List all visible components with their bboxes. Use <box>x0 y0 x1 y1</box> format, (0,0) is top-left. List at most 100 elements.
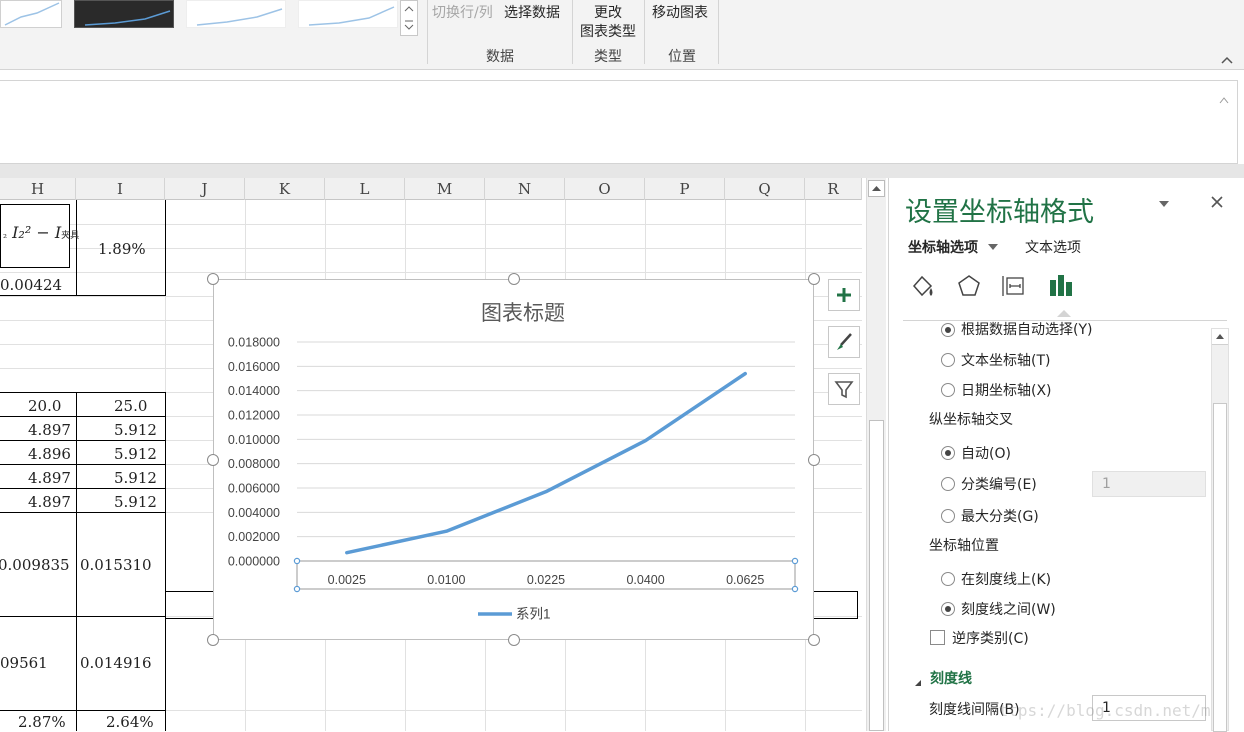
radio-between-tick-marks[interactable] <box>941 602 955 616</box>
radio-cross-max[interactable] <box>941 509 955 523</box>
resize-handle[interactable] <box>808 634 820 646</box>
cell-h-value[interactable]: 0.00424 <box>0 276 62 294</box>
radio-cross-category[interactable] <box>941 477 955 491</box>
cell-h-row2[interactable]: 4.897 <box>28 421 71 439</box>
radio-date-axis[interactable] <box>941 383 955 397</box>
tick-marks-expander[interactable] <box>913 673 923 692</box>
col-header-m[interactable]: M <box>405 178 485 200</box>
vertical-scrollbar[interactable] <box>866 178 886 731</box>
collapse-ribbon-icon[interactable] <box>1220 50 1234 69</box>
x-tick-label: 0.0100 <box>427 573 465 587</box>
chart-elements-button[interactable] <box>828 279 860 311</box>
resize-handle[interactable] <box>207 454 219 466</box>
resize-handle[interactable] <box>508 634 520 646</box>
resize-handle[interactable] <box>808 454 820 466</box>
resize-handle[interactable] <box>207 273 219 285</box>
effects-icon <box>958 275 980 296</box>
y-tick-label: 0.004000 <box>228 506 280 520</box>
radio-cross-auto[interactable] <box>941 446 955 460</box>
chart-title[interactable]: 图表标题 <box>481 302 565 325</box>
tab-text-options[interactable]: 文本选项 <box>1025 237 1081 257</box>
cell-i-percent[interactable]: 1.89% <box>98 240 146 258</box>
cell-i-result-b[interactable]: 0.014916 <box>80 654 152 672</box>
pane-close-button[interactable] <box>1209 194 1225 214</box>
size-properties-tab[interactable] <box>1001 272 1029 304</box>
gallery-more-button[interactable] <box>400 0 418 36</box>
change-chart-type-label-2: 图表类型 <box>580 24 636 40</box>
chart-styles-button[interactable] <box>828 326 860 358</box>
effects-tab[interactable] <box>955 272 983 304</box>
cross-category-input[interactable]: 1 <box>1092 471 1206 497</box>
chart-style-thumb-dark[interactable] <box>74 0 174 28</box>
select-data-button[interactable]: 选择数据 <box>504 4 560 23</box>
change-chart-type-button[interactable]: 更改 图表类型 <box>576 4 640 42</box>
col-header-p[interactable]: P <box>645 178 725 200</box>
cell-h-result-a[interactable]: 0.009835 <box>0 556 70 574</box>
cell-i-result-a[interactable]: 0.015310 <box>80 556 152 574</box>
col-header-l[interactable]: L <box>325 178 405 200</box>
y-tick-label: 0.010000 <box>228 433 280 447</box>
col-header-r[interactable]: R <box>805 178 862 200</box>
cell-h-row3[interactable]: 4.896 <box>28 445 71 463</box>
col-header-i[interactable]: I <box>76 178 165 200</box>
scroll-up-button[interactable] <box>868 180 885 197</box>
col-header-h[interactable]: H <box>0 178 76 200</box>
cell-h-row4[interactable]: 4.897 <box>28 469 71 487</box>
chart-area[interactable]: 图表标题 0.018000 0.016000 0.014000 0.012000 0.0… <box>213 279 814 640</box>
label-cross-auto: 自动(O) <box>961 446 1011 462</box>
move-chart-button[interactable]: 移动图表 <box>652 4 708 23</box>
radio-text-axis[interactable] <box>941 353 955 367</box>
cell-h-row1[interactable]: 20.0 <box>28 397 61 415</box>
pane-scroll-up[interactable] <box>1212 329 1228 345</box>
pane-scroll-thumb[interactable] <box>1213 403 1227 732</box>
formula-image[interactable]: ₂ I₂² − I夹具 <box>0 204 79 268</box>
chart-style-thumb[interactable] <box>298 0 398 28</box>
line-chart[interactable]: 图表标题 0.018000 0.016000 0.014000 0.012000 0.0… <box>214 280 815 641</box>
scroll-thumb[interactable] <box>869 420 884 731</box>
col-header-o[interactable]: O <box>565 178 645 200</box>
cell-i-row1[interactable]: 25.0 <box>114 397 147 415</box>
y-tick-label: 0.012000 <box>228 409 280 423</box>
cell-h-result-b[interactable]: 09561 <box>0 654 48 672</box>
cell-h-percent-bottom[interactable]: 2.87% <box>18 713 66 731</box>
col-header-n[interactable]: N <box>485 178 565 200</box>
dropdown-icon <box>987 244 998 250</box>
section-tick-marks[interactable]: 刻度线 <box>930 668 972 688</box>
reverse-categories-checkbox[interactable] <box>930 630 945 645</box>
dropdown-icon <box>1159 201 1169 207</box>
label-text-axis: 文本坐标轴(T) <box>961 353 1051 369</box>
section-axis-position: 坐标轴位置 <box>929 538 999 554</box>
cell-i-row2[interactable]: 5.912 <box>114 421 157 439</box>
chart-filters-icon <box>834 381 854 399</box>
cell-h-row5[interactable]: 4.897 <box>28 493 71 511</box>
radio-on-tick-marks[interactable] <box>941 572 955 586</box>
axis-options-tab[interactable] <box>1047 272 1075 304</box>
col-header-q[interactable]: Q <box>725 178 805 200</box>
tab-indicator <box>1057 310 1071 317</box>
formula-main: I₂² − I <box>12 223 62 242</box>
col-header-k[interactable]: K <box>245 178 325 200</box>
fill-line-tab[interactable] <box>909 272 937 304</box>
cell-i-row4[interactable]: 5.912 <box>114 469 157 487</box>
resize-handle[interactable] <box>808 273 820 285</box>
cell-i-row5[interactable]: 5.912 <box>114 493 157 511</box>
radio-auto-select[interactable] <box>941 323 955 337</box>
chart-style-thumb[interactable] <box>186 0 286 28</box>
axis-options-icon <box>1050 275 1072 296</box>
label-auto-select: 根据数据自动选择(Y) <box>961 322 1093 338</box>
col-header-j[interactable]: J <box>165 178 245 200</box>
axis-handle <box>791 557 799 565</box>
formula-collapse-icon[interactable] <box>1219 89 1229 108</box>
resize-handle[interactable] <box>207 634 219 646</box>
chart-style-thumb[interactable] <box>0 0 62 28</box>
pane-options-dropdown[interactable] <box>1157 196 1171 215</box>
resize-handle[interactable] <box>508 273 520 285</box>
formula-bar[interactable] <box>0 80 1238 164</box>
switch-row-col-button[interactable]: 切换行/列 <box>432 4 493 23</box>
pane-scrollbar[interactable] <box>1211 328 1229 732</box>
tab-axis-options[interactable]: 坐标轴选项 <box>908 237 999 257</box>
cell-i-row3[interactable]: 5.912 <box>114 445 157 463</box>
cell-i-percent-bottom[interactable]: 2.64% <box>106 713 154 731</box>
y-tick-label: 0.000000 <box>228 555 280 569</box>
chart-filters-button[interactable] <box>828 373 860 405</box>
